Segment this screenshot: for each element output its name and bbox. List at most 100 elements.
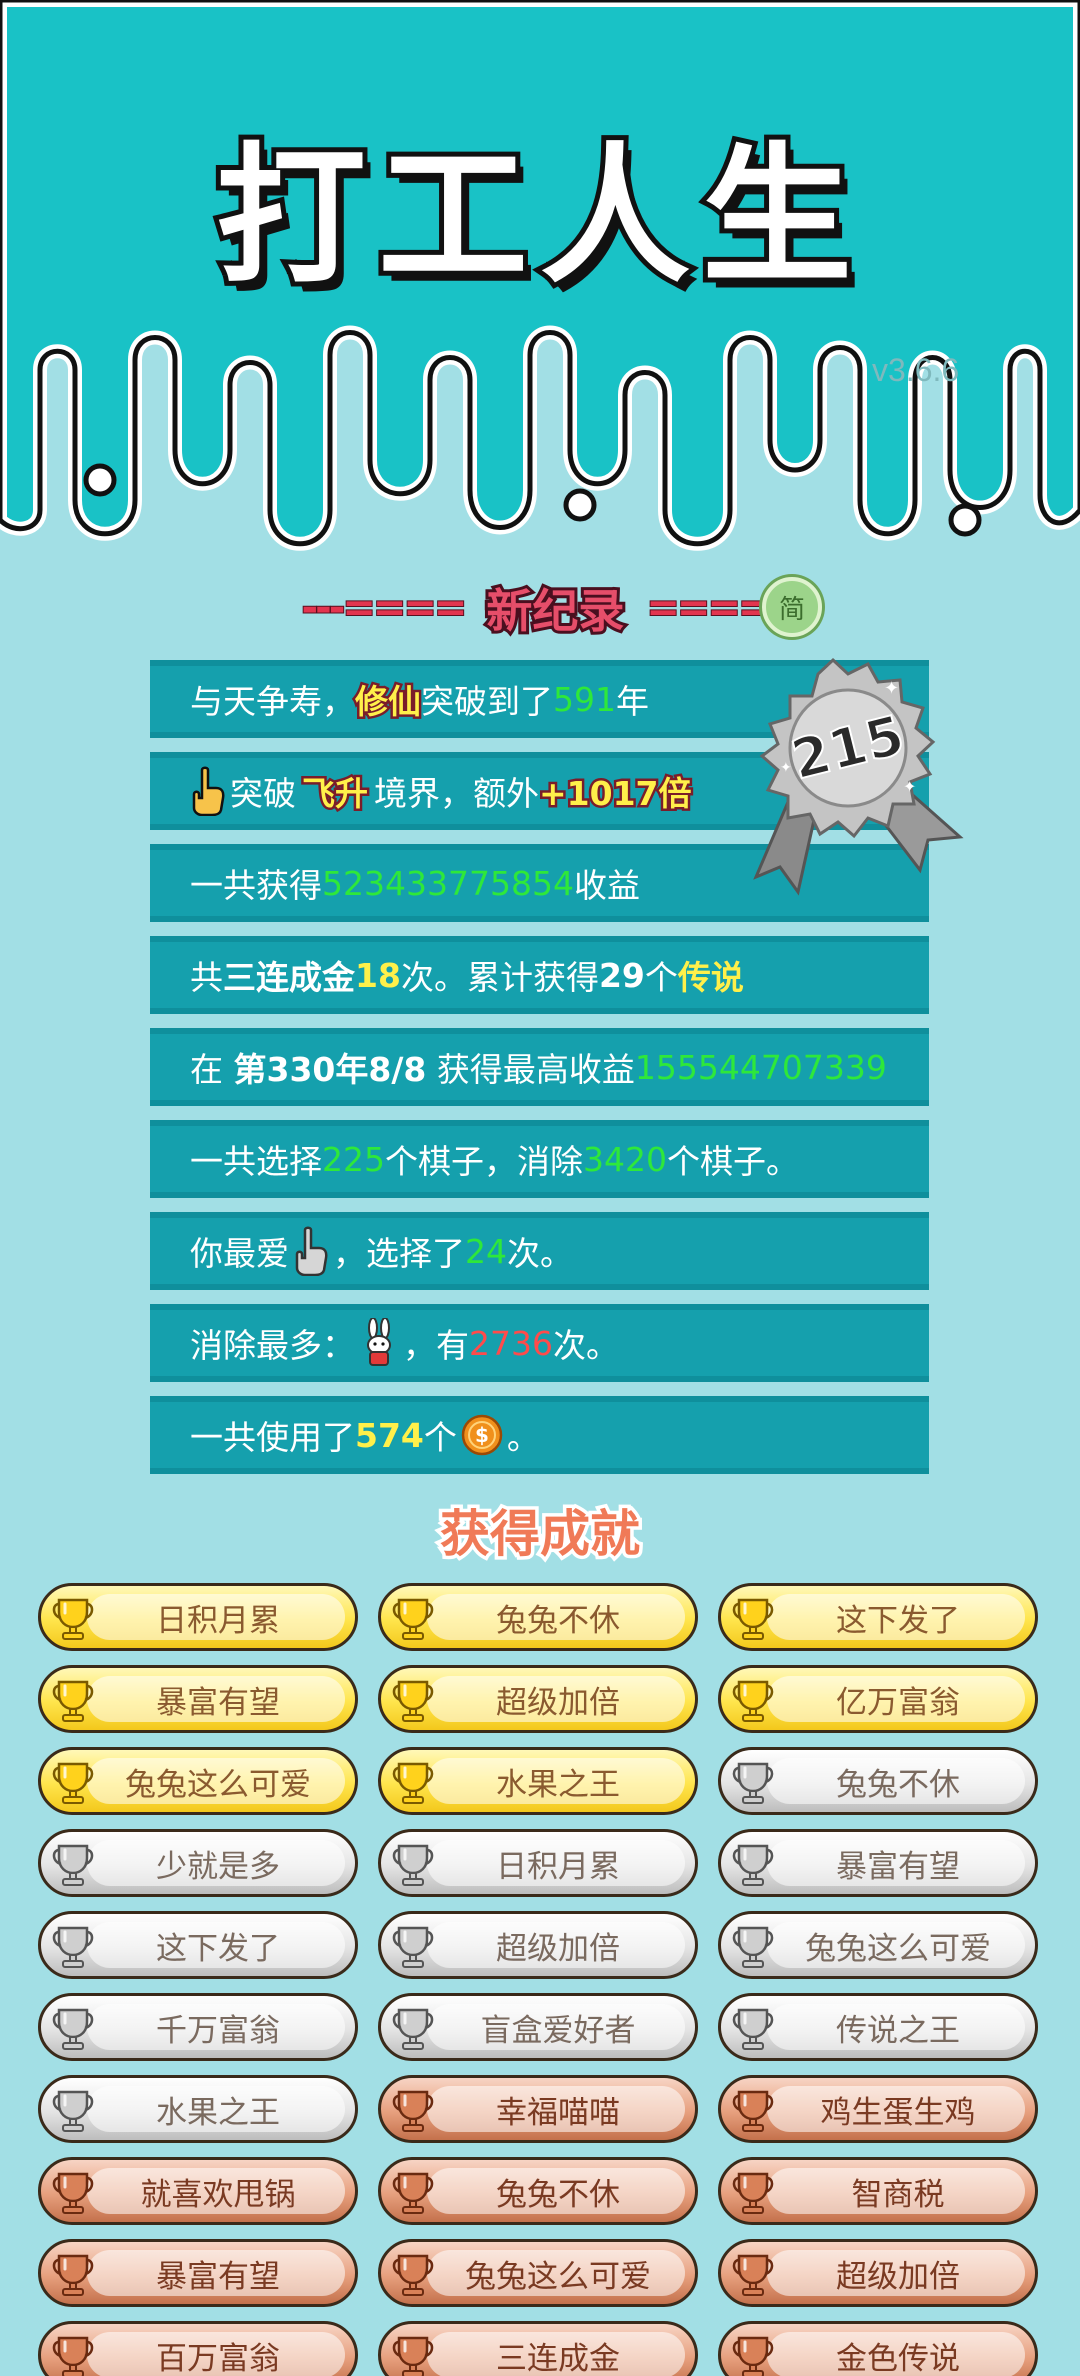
trophy-icon bbox=[392, 1680, 434, 1722]
achievement-label: 亿万富翁 bbox=[836, 1684, 960, 1721]
trophy-icon bbox=[52, 2172, 94, 2214]
trophy-icon bbox=[52, 1762, 94, 1804]
achievement-item[interactable]: 少就是多 bbox=[38, 1829, 358, 1897]
achievement-item[interactable]: 日积月累 bbox=[378, 1829, 698, 1897]
achievements-title: 获得成就 bbox=[437, 1502, 644, 1567]
rank-medal-icon: 215 ✦ ✦ ✦ bbox=[753, 657, 964, 896]
heading-dashes-right: ==== bbox=[645, 584, 772, 632]
achievement-label: 日积月累 bbox=[156, 1602, 280, 1639]
svg-text:✦: ✦ bbox=[903, 777, 916, 796]
stat-row-most-eliminated: 消除最多： ，有 2736 次。 bbox=[150, 1304, 929, 1382]
new-record-heading: ---==== 新纪录 ==== bbox=[255, 573, 815, 643]
achievement-item[interactable]: 金色传说 bbox=[718, 2321, 1038, 2376]
trophy-icon bbox=[52, 1844, 94, 1886]
achievement-label: 超级加倍 bbox=[496, 1684, 620, 1721]
achievement-item[interactable]: 超级加倍 bbox=[378, 1911, 698, 1979]
trophy-icon bbox=[52, 2254, 94, 2296]
pointing-hand-icon bbox=[192, 766, 225, 816]
achievement-item[interactable]: 兔兔不休 bbox=[378, 2157, 698, 2225]
achievement-item[interactable]: 兔兔这么可爱 bbox=[38, 1747, 358, 1815]
achievement-item[interactable]: 就喜欢甩锅 bbox=[38, 2157, 358, 2225]
achievement-item[interactable]: 传说之王 bbox=[718, 1993, 1038, 2061]
achievement-label: 暴富有望 bbox=[156, 2258, 280, 2295]
achievement-item[interactable]: 兔兔这么可爱 bbox=[718, 1911, 1038, 1979]
stat-row-triple-gold: 共 三连成金 18 次。累计获得 29 个 传说 bbox=[150, 936, 929, 1014]
achievement-item[interactable]: 三连成金 bbox=[378, 2321, 698, 2376]
achievement-label: 超级加倍 bbox=[836, 2258, 960, 2295]
achievement-item[interactable]: 超级加倍 bbox=[378, 1665, 698, 1733]
achievement-item[interactable]: 暴富有望 bbox=[38, 1665, 358, 1733]
trophy-icon bbox=[732, 2254, 774, 2296]
achievement-item[interactable]: 水果之王 bbox=[378, 1747, 698, 1815]
achievement-label: 水果之王 bbox=[496, 1766, 620, 1803]
trophy-icon bbox=[52, 1598, 94, 1640]
achievement-label: 鸡生蛋生鸡 bbox=[820, 2094, 976, 2131]
trophy-icon bbox=[732, 1598, 774, 1640]
achievement-label: 少就是多 bbox=[156, 1848, 280, 1885]
achievement-item[interactable]: 幸福喵喵 bbox=[378, 2075, 698, 2143]
achievement-item[interactable]: 鸡生蛋生鸡 bbox=[718, 2075, 1038, 2143]
achievement-item[interactable]: 亿万富翁 bbox=[718, 1665, 1038, 1733]
stat-row-pieces: 一共选择 225 个棋子，消除 3420 个棋子。 bbox=[150, 1120, 929, 1198]
achievement-item[interactable]: 智商税 bbox=[718, 2157, 1038, 2225]
new-record-title: 新纪录 bbox=[483, 581, 627, 641]
achievement-label: 这下发了 bbox=[836, 1602, 960, 1639]
stat-row-favorite: 你最爱 ，选择了 24 次。 bbox=[150, 1212, 929, 1290]
achievement-item[interactable]: 这下发了 bbox=[718, 1583, 1038, 1651]
trophy-icon bbox=[52, 2090, 94, 2132]
achievement-item[interactable]: 暴富有望 bbox=[38, 2239, 358, 2307]
simplified-toggle-button[interactable]: 简 bbox=[762, 577, 822, 637]
achievement-item[interactable]: 百万富翁 bbox=[38, 2321, 358, 2376]
achievement-item[interactable]: 千万富翁 bbox=[38, 1993, 358, 2061]
achievement-label: 智商税 bbox=[851, 2176, 945, 2213]
achievement-label: 兔兔不休 bbox=[496, 2176, 620, 2213]
trophy-icon bbox=[732, 1926, 774, 1968]
trophy-icon bbox=[392, 2090, 434, 2132]
coin-icon: $ bbox=[461, 1414, 503, 1456]
achievement-label: 幸福喵喵 bbox=[496, 2094, 620, 2131]
app-title: 打工人生 bbox=[211, 125, 864, 309]
achievement-label: 千万富翁 bbox=[156, 2012, 280, 2049]
trophy-icon bbox=[52, 1926, 94, 1968]
achievement-label: 就喜欢甩锅 bbox=[140, 2176, 296, 2213]
trophy-icon bbox=[732, 1762, 774, 1804]
trophy-icon bbox=[52, 1680, 94, 1722]
trophy-icon bbox=[732, 1844, 774, 1886]
achievement-item[interactable]: 兔兔不休 bbox=[378, 1583, 698, 1651]
achievement-item[interactable]: 水果之王 bbox=[38, 2075, 358, 2143]
achievement-item[interactable]: 盲盒爱好者 bbox=[378, 1993, 698, 2061]
achievement-item[interactable]: 超级加倍 bbox=[718, 2239, 1038, 2307]
achievement-label: 兔兔这么可爱 bbox=[805, 1930, 991, 1967]
achievement-label: 超级加倍 bbox=[496, 1930, 620, 1967]
achievement-item[interactable]: 这下发了 bbox=[38, 1911, 358, 1979]
rabbit-icon bbox=[367, 1318, 391, 1366]
trophy-icon bbox=[732, 2090, 774, 2132]
achievement-label: 暴富有望 bbox=[836, 1848, 960, 1885]
trophy-icon bbox=[392, 1844, 434, 1886]
trophy-icon bbox=[52, 2336, 94, 2376]
version-label: v3.6.6 bbox=[872, 352, 960, 388]
achievement-item[interactable]: 日积月累 bbox=[38, 1583, 358, 1651]
stat-row-coins-used: 一共使用了 574 个 $ 。 bbox=[150, 1396, 929, 1474]
achievement-label: 兔兔这么可爱 bbox=[125, 1766, 311, 1803]
trophy-icon bbox=[52, 2008, 94, 2050]
achievement-item[interactable]: 暴富有望 bbox=[718, 1829, 1038, 1897]
achievement-label: 三连成金 bbox=[496, 2340, 620, 2376]
achievement-item[interactable]: 兔兔不休 bbox=[718, 1747, 1038, 1815]
achievement-label: 盲盒爱好者 bbox=[480, 2012, 636, 2049]
trophy-icon bbox=[392, 2254, 434, 2296]
achievement-item[interactable]: 兔兔这么可爱 bbox=[378, 2239, 698, 2307]
trophy-icon bbox=[732, 2172, 774, 2214]
trophy-icon bbox=[392, 1598, 434, 1640]
svg-text:$: $ bbox=[475, 1423, 489, 1447]
achievement-label: 传说之王 bbox=[836, 2012, 960, 2049]
achievement-label: 百万富翁 bbox=[156, 2340, 280, 2376]
trophy-icon bbox=[732, 1680, 774, 1722]
achievement-label: 水果之王 bbox=[156, 2094, 280, 2131]
gray-pointing-hand-icon bbox=[295, 1226, 328, 1276]
trophy-icon bbox=[392, 2008, 434, 2050]
achievement-label: 兔兔不休 bbox=[836, 1766, 960, 1803]
trophy-icon bbox=[732, 2008, 774, 2050]
header-banner: 打工人生 v3.6.6 bbox=[0, 0, 1080, 560]
stat-row-best-income: 在 第330年8/8 获得最高收益 155544707339 bbox=[150, 1028, 929, 1106]
